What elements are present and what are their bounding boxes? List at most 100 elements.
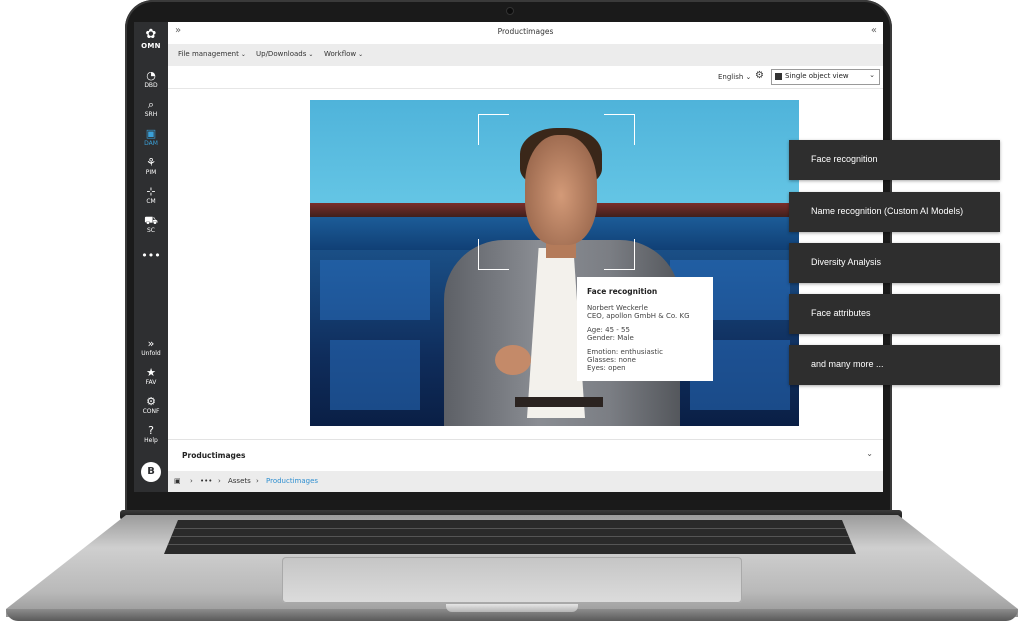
sidebar-item-pim[interactable]: ⚘ PIM <box>134 157 168 177</box>
language-select[interactable]: English ⌄ <box>718 73 751 81</box>
sidebar-item-fav[interactable]: ★ FAV <box>134 367 168 387</box>
tooltip-emotion: Emotion: enthusiastic <box>587 348 663 356</box>
collapsible-panel-header[interactable]: Productimages ⌄ <box>168 439 883 472</box>
sidebar-item-label: SRH <box>144 111 158 118</box>
panel-title: Productimages <box>182 451 246 460</box>
sidebar-item-conf[interactable]: ⚙ CONF <box>134 396 168 416</box>
sidebar-item-label: PIM <box>145 169 157 176</box>
feature-card-label: Face attributes <box>811 308 871 318</box>
help-icon: ? <box>148 424 154 437</box>
chevron-right-icon: › <box>256 477 259 485</box>
trackpad <box>282 557 742 603</box>
feature-card-label: Name recognition (Custom AI Models) <box>811 206 964 216</box>
breadcrumb-assets[interactable]: Assets <box>228 477 251 485</box>
chevron-down-icon: ⌄ <box>308 51 314 58</box>
camera <box>506 7 514 15</box>
menu-label: File management <box>178 50 239 58</box>
sidebar-item-sc[interactable]: ⛟ SC <box>134 215 168 235</box>
breadcrumb: ▣ › ••• › Assets › Productimages <box>168 471 883 492</box>
feature-card-face-recognition: Face recognition <box>789 140 1000 180</box>
sidebar-item-label: FAV <box>145 379 157 386</box>
gear-icon: ⚙ <box>146 395 156 408</box>
tooltip-name: Norbert Weckerle <box>587 304 648 312</box>
tooltip-glasses: Glasses: none <box>587 356 636 364</box>
network-icon: ⊹ <box>146 185 156 198</box>
face-frame-corner <box>604 114 635 145</box>
view-select[interactable]: Single object view ⌄ <box>771 69 880 85</box>
tooltip-age: Age: 45 - 55 <box>587 326 630 334</box>
sidebar-item-help[interactable]: ? Help <box>134 425 168 445</box>
face-frame-corner <box>604 239 635 270</box>
person-belt <box>515 397 603 407</box>
view-swatch-icon <box>775 73 782 80</box>
face-frame-corner <box>478 239 509 270</box>
sidebar-item-label: CONF <box>142 408 160 415</box>
sidebar-item-label: Help <box>144 437 158 444</box>
menu-label: Workflow <box>324 50 357 58</box>
sidebar-item-label: DAM <box>144 140 158 147</box>
sidebar-item-label: CM <box>146 198 156 205</box>
breadcrumb-more[interactable]: ••• <box>200 477 212 485</box>
view-select-label: Single object view <box>785 72 849 80</box>
feature-card-diversity-analysis: Diversity Analysis <box>789 243 1000 283</box>
chevron-down-icon: ⌄ <box>240 51 246 58</box>
menu-workflow[interactable]: Workflow ⌄ <box>324 50 363 58</box>
menu-label: Up/Downloads <box>256 50 307 58</box>
tooltip-gender: Gender: Male <box>587 334 634 342</box>
stage-pane <box>330 340 420 410</box>
content-area: Face recognition Norbert Weckerle CEO, a… <box>168 89 883 439</box>
more-icon: ••• <box>141 249 161 262</box>
chevron-down-icon: ⌄ <box>869 71 875 79</box>
title-bar: » Productimages « <box>168 22 883 45</box>
menu-bar: File management ⌄ Up/Downloads ⌄ Workflow ⌄ <box>168 44 883 66</box>
tooltip-role: CEO, apollon GmbH & Co. KG <box>587 312 690 320</box>
tooltip-title: Face recognition <box>587 287 658 296</box>
collapse-right-icon[interactable]: « <box>871 25 877 36</box>
dashboard-icon: ◔ <box>146 69 156 82</box>
menu-file-management[interactable]: File management ⌄ <box>178 50 246 58</box>
menu-up-downloads[interactable]: Up/Downloads ⌄ <box>256 50 313 58</box>
chevron-down-icon[interactable]: ⌄ <box>866 449 873 458</box>
sidebar-item-more[interactable]: ••• <box>134 250 168 262</box>
sidebar-item-label: Unfold <box>141 350 161 357</box>
bee-logo-icon: ✿ <box>145 27 157 42</box>
sidebar-item-unfold[interactable]: » Unfold <box>134 338 168 358</box>
breadcrumb-current[interactable]: Productimages <box>266 477 318 485</box>
sidebar-item-dam[interactable]: ▣ DAM <box>134 128 168 148</box>
logo[interactable]: ✿ OMN <box>134 27 168 51</box>
person-hand <box>495 345 531 375</box>
feature-card-face-attributes: Face attributes <box>789 294 1000 334</box>
settings-gear-icon[interactable]: ⚙ <box>755 70 764 81</box>
laptop-notch <box>446 604 578 612</box>
toolbar: English ⌄ ⚙ Single object view ⌄ <box>168 66 883 89</box>
dam-icon[interactable]: ▣ <box>174 477 181 485</box>
images-icon: ▣ <box>145 127 157 140</box>
sidebar-item-srh[interactable]: ⌕ SRH <box>134 99 168 119</box>
sidebar-item-cm[interactable]: ⊹ CM <box>134 186 168 206</box>
avatar[interactable]: B <box>141 462 161 482</box>
chevron-down-icon: ⌄ <box>745 73 752 81</box>
chevron-right-icon: › <box>190 477 193 485</box>
person-face <box>525 135 597 245</box>
sidebar-item-label: DBD <box>144 82 158 89</box>
window-title: Productimages <box>497 27 554 36</box>
feature-card-label: Face recognition <box>811 154 878 164</box>
cart-icon: ⛟ <box>144 214 158 227</box>
chevron-right-icon: › <box>218 477 221 485</box>
feature-card-more: and many more ... <box>789 345 1000 385</box>
sidebar: ✿ OMN ◔ DBD ⌕ SRH ▣ DAM ⚘ PIM ⊹ CM ⛟ SC … <box>134 22 168 492</box>
star-icon: ★ <box>146 366 156 379</box>
search-icon: ⌕ <box>147 98 155 111</box>
chevron-down-icon: ⌄ <box>358 51 364 58</box>
sidebar-item-dbd[interactable]: ◔ DBD <box>134 70 168 90</box>
language-label: English <box>718 73 744 81</box>
sidebar-item-label: SC <box>147 227 155 234</box>
face-recognition-tooltip: Face recognition Norbert Weckerle CEO, a… <box>577 277 713 381</box>
asset-photo[interactable]: Face recognition Norbert Weckerle CEO, a… <box>310 100 799 426</box>
feature-card-name-recognition: Name recognition (Custom AI Models) <box>789 192 1000 232</box>
screen: ✿ OMN ◔ DBD ⌕ SRH ▣ DAM ⚘ PIM ⊹ CM ⛟ SC … <box>134 22 883 492</box>
logo-label: OMN <box>141 42 161 50</box>
feature-card-label: and many more ... <box>811 359 884 369</box>
feature-card-label: Diversity Analysis <box>811 257 882 267</box>
tooltip-eyes: Eyes: open <box>587 364 626 372</box>
